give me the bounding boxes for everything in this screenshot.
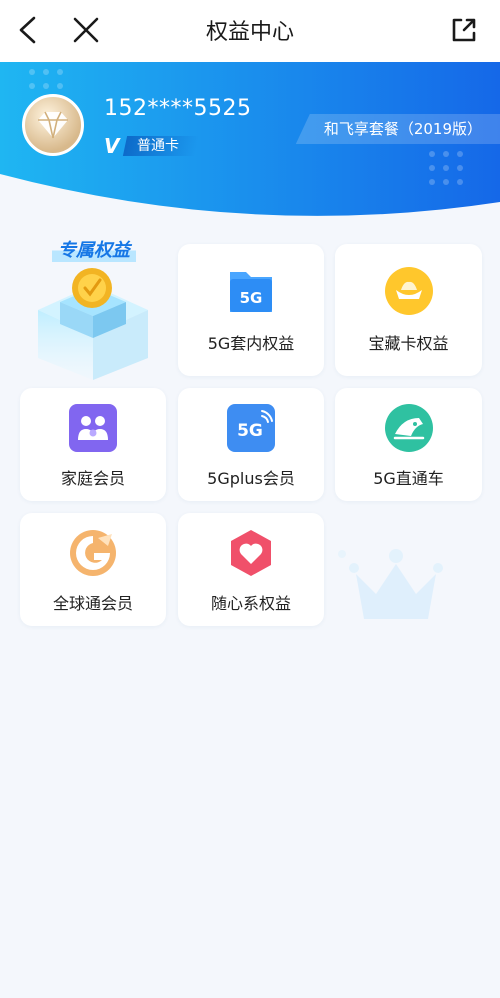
benefit-label: 5Gplus会员 (207, 469, 295, 488)
global-logo-icon (68, 528, 118, 578)
5g-plus-icon: 5G (226, 403, 276, 453)
avatar[interactable] (22, 94, 84, 156)
gold-ingot-icon (384, 266, 434, 316)
heart-hexagon-icon (226, 528, 276, 578)
benefit-label: 5G直通车 (373, 469, 444, 488)
benefit-card-5g-package[interactable]: 5G 5G套内权益 (178, 244, 324, 376)
svg-text:5G: 5G (237, 421, 263, 441)
benefit-label: 随心系权益 (210, 594, 291, 613)
section-title: 专属权益 (52, 236, 136, 262)
page-title: 权益中心 (205, 20, 294, 45)
benefit-card-global[interactable]: 全球通会员 (20, 513, 166, 626)
external-link-icon (452, 18, 476, 42)
top-nav-bar: 权益中心 (0, 0, 500, 62)
tier-chip: 普通卡 (123, 136, 200, 156)
benefit-card-treasure[interactable]: 宝藏卡权益 (335, 244, 482, 376)
benefit-label: 全球通会员 (52, 594, 133, 613)
benefit-card-5g-express[interactable]: 5G直通车 (335, 388, 482, 501)
train-icon (384, 403, 434, 453)
benefit-label: 宝藏卡权益 (368, 334, 449, 353)
share-button[interactable] (446, 12, 482, 48)
5g-folder-icon: 5G (226, 266, 276, 316)
family-icon (68, 403, 118, 453)
benefit-label: 家庭会员 (60, 469, 125, 488)
plan-badge[interactable]: 和飞享套餐（2019版） (295, 114, 500, 144)
membership-tier: V 普通卡 (104, 134, 200, 158)
v-badge-icon: V (104, 134, 120, 158)
svg-text:5G: 5G (240, 289, 263, 307)
diamond-icon (38, 111, 68, 139)
benefit-label: 5G套内权益 (207, 334, 295, 353)
benefit-card-suixin[interactable]: 随心系权益 (178, 513, 324, 626)
phone-number: 152****5525 (104, 96, 252, 121)
benefit-card-family[interactable]: 家庭会员 (20, 388, 166, 501)
tier-label: 普通卡 (137, 138, 180, 154)
benefit-card-5gplus[interactable]: 5G 5Gplus会员 (178, 388, 324, 501)
crown-decoration-icon (338, 549, 443, 619)
